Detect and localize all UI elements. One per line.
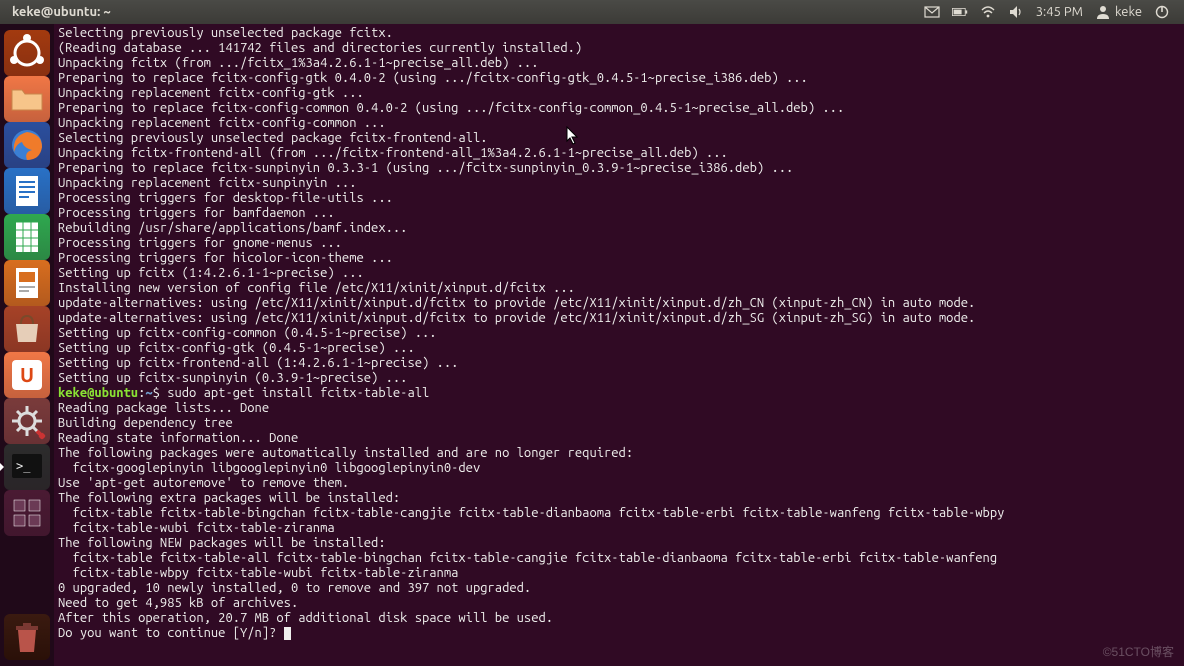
terminal-line: fcitx-table fcitx-table-bingchan fcitx-t… xyxy=(58,506,1180,521)
terminal-line: fcitx-table fcitx-table-all fcitx-table-… xyxy=(58,551,1180,566)
launcher-terminal-icon[interactable]: >_ xyxy=(4,444,50,490)
terminal-line: fcitx-googlepinyin libgooglepinyin0 libg… xyxy=(58,461,1180,476)
terminal-line: Selecting previously unselected package … xyxy=(58,26,1180,41)
terminal-line: Unpacking replacement fcitx-sunpinyin ..… xyxy=(58,176,1180,191)
terminal-line: Rebuilding /usr/share/applications/bamf.… xyxy=(58,221,1180,236)
terminal-line: Reading state information... Done xyxy=(58,431,1180,446)
terminal-line: 0 upgraded, 10 newly installed, 0 to rem… xyxy=(58,581,1180,596)
terminal-line: Unpacking fcitx-frontend-all (from .../f… xyxy=(58,146,1180,161)
launcher-impress-icon[interactable] xyxy=(4,260,50,306)
launcher-calc-icon[interactable] xyxy=(4,214,50,260)
terminal-line: Need to get 4,985 kB of archives. xyxy=(58,596,1180,611)
battery-indicator-icon[interactable] xyxy=(952,4,968,20)
launcher-firefox-icon[interactable] xyxy=(4,122,50,168)
prompt-user: keke@ubuntu xyxy=(58,386,138,400)
top-panel: keke@ubuntu: ~ 3:45 PM keke xyxy=(0,0,1184,24)
terminal-line: Unpacking fcitx (from .../fcitx_1%3a4.2.… xyxy=(58,56,1180,71)
launcher-workspaces-icon[interactable] xyxy=(4,490,50,536)
user-label: keke xyxy=(1115,5,1142,19)
terminal-line: Preparing to replace fcitx-config-common… xyxy=(58,101,1180,116)
launcher-files-icon[interactable] xyxy=(4,76,50,122)
terminal-line: Reading package lists... Done xyxy=(58,401,1180,416)
terminal-line: The following packages were automaticall… xyxy=(58,446,1180,461)
window-title: keke@ubuntu: ~ xyxy=(12,5,111,19)
launcher-trash-icon[interactable] xyxy=(4,614,50,660)
watermark: ©51CTO博客 xyxy=(1103,643,1174,660)
command-text: sudo apt-get install fcitx-table-all xyxy=(167,386,429,400)
launcher-dash-icon[interactable] xyxy=(4,30,50,76)
terminal-line: update-alternatives: using /etc/X11/xini… xyxy=(58,296,1180,311)
terminal-line: (Reading database ... 141742 files and d… xyxy=(58,41,1180,56)
shutdown-icon[interactable] xyxy=(1154,4,1170,20)
terminal-line: Preparing to replace fcitx-sunpinyin 0.3… xyxy=(58,161,1180,176)
terminal-window[interactable]: Selecting previously unselected package … xyxy=(54,24,1184,666)
terminal-line: fcitx-table-wubi fcitx-table-ziranma xyxy=(58,521,1180,536)
launcher-ubuntu-one-icon[interactable]: U xyxy=(4,352,50,398)
terminal-line: The following NEW packages will be insta… xyxy=(58,536,1180,551)
terminal-line: Installing new version of config file /e… xyxy=(58,281,1180,296)
terminal-line: Use 'apt-get autoremove' to remove them. xyxy=(58,476,1180,491)
terminal-line: update-alternatives: using /etc/X11/xini… xyxy=(58,311,1180,326)
prompt-path: ~ xyxy=(145,386,152,400)
terminal-line: Do you want to continue [Y/n]? xyxy=(58,626,1180,641)
mail-indicator-icon[interactable] xyxy=(924,4,940,20)
terminal-line: Processing triggers for desktop-file-uti… xyxy=(58,191,1180,206)
terminal-line: Processing triggers for bamfdaemon ... xyxy=(58,206,1180,221)
text-cursor xyxy=(284,627,291,640)
terminal-line: After this operation, 20.7 MB of additio… xyxy=(58,611,1180,626)
terminal-line: keke@ubuntu:~$ sudo apt-get install fcit… xyxy=(58,386,1180,401)
network-indicator-icon[interactable] xyxy=(980,4,996,20)
terminal-line: fcitx-table-wbpy fcitx-table-wubi fcitx-… xyxy=(58,566,1180,581)
terminal-line: Building dependency tree xyxy=(58,416,1180,431)
volume-indicator-icon[interactable] xyxy=(1008,4,1024,20)
terminal-line: Unpacking replacement fcitx-config-commo… xyxy=(58,116,1180,131)
svg-text:>_: >_ xyxy=(16,459,31,473)
terminal-line: The following extra packages will be ins… xyxy=(58,491,1180,506)
terminal-line: Setting up fcitx-sunpinyin (0.3.9-1~prec… xyxy=(58,371,1180,386)
terminal-line: Processing triggers for hicolor-icon-the… xyxy=(58,251,1180,266)
launcher-software-icon[interactable] xyxy=(4,306,50,352)
user-menu[interactable]: keke xyxy=(1095,4,1142,20)
terminal-line: Preparing to replace fcitx-config-gtk 0.… xyxy=(58,71,1180,86)
terminal-line: Unpacking replacement fcitx-config-gtk .… xyxy=(58,86,1180,101)
launcher-writer-icon[interactable] xyxy=(4,168,50,214)
terminal-line: Selecting previously unselected package … xyxy=(58,131,1180,146)
svg-text:U: U xyxy=(20,363,34,386)
unity-launcher: U >_ xyxy=(0,24,54,666)
terminal-line: Setting up fcitx-frontend-all (1:4.2.6.1… xyxy=(58,356,1180,371)
terminal-line: Setting up fcitx (1:4.2.6.1-1~precise) .… xyxy=(58,266,1180,281)
clock[interactable]: 3:45 PM xyxy=(1036,5,1083,19)
terminal-line: Setting up fcitx-config-common (0.4.5-1~… xyxy=(58,326,1180,341)
terminal-line: Processing triggers for gnome-menus ... xyxy=(58,236,1180,251)
terminal-line: Setting up fcitx-config-gtk (0.4.5-1~pre… xyxy=(58,341,1180,356)
launcher-settings-icon[interactable] xyxy=(4,398,50,444)
